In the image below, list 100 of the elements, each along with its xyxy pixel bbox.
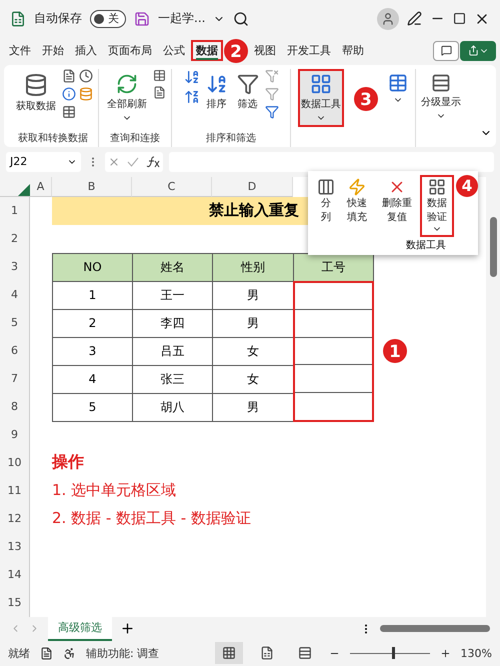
name-box[interactable]: J22 <box>6 152 81 172</box>
function-icon <box>146 156 160 168</box>
menu-tab[interactable]: 页面布局 <box>103 40 157 62</box>
group-label: 查询和连接 <box>109 132 161 146</box>
row-number[interactable]: 5 <box>0 308 30 337</box>
zoom-in-icon[interactable] <box>440 648 451 659</box>
excel-logo-icon <box>10 10 26 27</box>
menu-tab[interactable]: 开发工具 <box>282 40 336 62</box>
zoom-thumb[interactable] <box>392 647 395 660</box>
row-number[interactable]: 9 <box>0 420 30 449</box>
grid-icon <box>428 178 446 196</box>
menu-tab[interactable]: 文件 <box>4 40 36 62</box>
comments-button[interactable] <box>433 40 459 61</box>
data-tools-button[interactable]: 数据工具 <box>298 68 344 127</box>
column-header[interactable]: C <box>132 176 212 197</box>
row-number[interactable]: 8 <box>0 392 30 421</box>
grid-icon <box>222 646 236 660</box>
filter-icon <box>236 72 258 95</box>
table-cell: 5 <box>52 392 133 422</box>
grid-icon <box>310 72 332 95</box>
menu-tab[interactable]: 公式 <box>158 40 190 62</box>
formula-input[interactable] <box>169 152 494 172</box>
column-header[interactable]: D <box>212 176 293 197</box>
zoom-level: 130% <box>460 646 492 660</box>
row-number[interactable]: 1 <box>0 196 30 225</box>
row-number[interactable]: 13 <box>0 532 30 561</box>
row-number[interactable]: 4 <box>0 280 30 309</box>
step-marker: 3 <box>354 86 378 111</box>
row-number[interactable]: 12 <box>0 504 30 533</box>
outline-button[interactable]: 分级显示 <box>418 68 464 125</box>
macro-record-icon[interactable] <box>40 646 53 660</box>
menu-tab[interactable]: 开始 <box>37 40 69 62</box>
sort-ascending-icon[interactable] <box>184 68 200 85</box>
avatar[interactable] <box>377 8 399 30</box>
maximize-icon[interactable] <box>453 12 466 26</box>
share-button[interactable] <box>460 40 496 61</box>
columns-icon <box>317 178 335 196</box>
sort-button[interactable]: 排序 <box>202 68 230 115</box>
info-icon[interactable] <box>62 86 76 101</box>
select-all-corner[interactable] <box>0 176 30 197</box>
cancel-icon <box>108 156 120 168</box>
search-icon[interactable] <box>233 10 250 27</box>
row-number[interactable]: 10 <box>0 448 30 477</box>
table-icon[interactable] <box>62 104 76 119</box>
table-icon <box>388 72 408 93</box>
row-number[interactable]: 3 <box>0 252 30 281</box>
menu-tab[interactable]: 插入 <box>70 40 102 62</box>
table-icon[interactable] <box>153 68 166 82</box>
group-label: 排序和筛选 <box>205 132 257 146</box>
horizontal-scrollbar[interactable] <box>380 625 490 632</box>
add-sheet-icon[interactable] <box>120 621 135 636</box>
check-icon <box>126 156 139 168</box>
notes-heading: 操作 <box>52 451 85 474</box>
table-header-cell: 工号 <box>293 252 374 282</box>
document-title[interactable]: 一起学... <box>158 10 206 28</box>
sheet-tab[interactable]: 高级筛选 <box>48 616 112 641</box>
row-number[interactable]: 15 <box>0 588 30 617</box>
sort-descending-icon[interactable] <box>184 88 200 105</box>
menu-tab[interactable]: 数据 <box>191 40 223 62</box>
menu-tab[interactable]: 帮助 <box>337 40 369 62</box>
refresh-all-button[interactable]: 全部刷新 <box>104 68 150 127</box>
table-header-cell: 性别 <box>212 252 294 282</box>
accessibility-icon[interactable] <box>63 646 76 660</box>
lightning-icon <box>348 178 366 196</box>
autosave-label: 自动保存 <box>34 10 82 28</box>
row-number[interactable]: 2 <box>0 224 30 253</box>
group-label: 数据工具 <box>406 238 446 252</box>
formula-controls[interactable] <box>105 152 163 172</box>
refresh-icon <box>116 72 138 95</box>
save-icon[interactable] <box>134 10 150 27</box>
text-file-icon[interactable] <box>62 68 76 83</box>
step-marker: 1 <box>383 338 407 363</box>
rows-icon <box>298 646 312 660</box>
get-data-button[interactable]: 获取数据 <box>13 68 59 117</box>
instruction-step: 2. 数据 - 数据工具 - 数据验证 <box>52 504 486 533</box>
menu-tab[interactable]: 视图 <box>249 40 281 62</box>
filter-icon[interactable] <box>264 104 278 119</box>
autosave-toggle[interactable]: 关 <box>90 10 126 28</box>
menu-item[interactable]: 数据验证 <box>420 174 454 237</box>
row-number[interactable]: 6 <box>0 336 30 365</box>
accessibility-status[interactable]: 辅助功能: 调查 <box>86 646 160 661</box>
instruction-step: 1. 选中单元格区域 <box>52 476 486 505</box>
row-number[interactable]: 11 <box>0 476 30 505</box>
page-icon <box>260 646 274 660</box>
table-header-cell: 姓名 <box>132 252 213 282</box>
row-number[interactable]: 7 <box>0 364 30 393</box>
pen-icon[interactable] <box>407 11 422 26</box>
column-header[interactable]: A <box>30 176 52 197</box>
database-icon <box>24 72 48 97</box>
filter-button[interactable]: 筛选 <box>234 68 262 115</box>
comment-icon <box>440 45 452 56</box>
column-header[interactable]: B <box>52 176 132 197</box>
share-icon <box>468 45 478 56</box>
step-marker: 4 <box>456 174 478 197</box>
view-button[interactable] <box>214 642 243 664</box>
row-number[interactable]: 14 <box>0 560 30 589</box>
document-icon[interactable] <box>153 86 166 99</box>
clock-icon[interactable] <box>79 68 93 83</box>
table-header-cell: NO <box>52 252 133 282</box>
rows-icon <box>431 72 451 93</box>
